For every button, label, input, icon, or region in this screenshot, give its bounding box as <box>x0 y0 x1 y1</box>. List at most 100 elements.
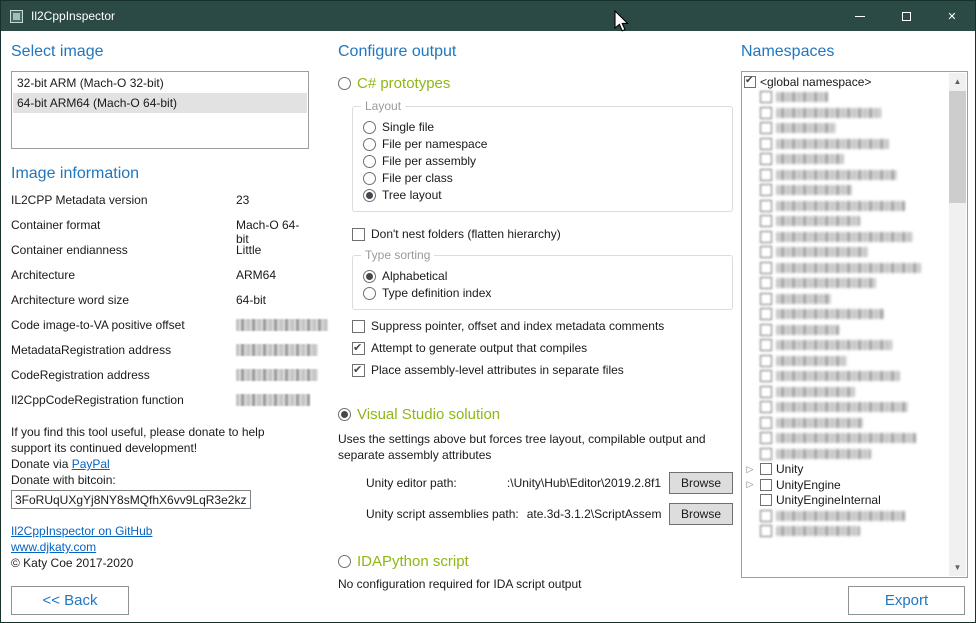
namespace-checkbox[interactable] <box>760 448 772 460</box>
namespace-item-redacted[interactable] <box>744 229 948 245</box>
script-assemblies-path-value[interactable]: ate.3d-3.1.2\ScriptAssemblies <box>527 507 661 521</box>
namespace-item-redacted[interactable] <box>744 198 948 214</box>
namespace-item-redacted[interactable] <box>744 276 948 292</box>
namespace-item-redacted[interactable] <box>744 400 948 416</box>
namespace-item-redacted[interactable] <box>744 431 948 447</box>
expander-icon[interactable]: ▷ <box>744 465 756 474</box>
scroll-down-icon[interactable] <box>949 559 966 576</box>
namespace-checkbox[interactable] <box>760 91 772 103</box>
image-list[interactable]: 32-bit ARM (Mach-O 32-bit)64-bit ARM64 (… <box>11 71 309 149</box>
namespace-checkbox[interactable] <box>760 122 772 134</box>
minimize-button[interactable] <box>837 1 883 31</box>
unity-editor-path-value[interactable]: :\Unity\Hub\Editor\2019.2.8f1 <box>465 476 661 490</box>
namespace-item-redacted[interactable] <box>744 121 948 137</box>
namespace-item-redacted[interactable] <box>744 524 948 540</box>
bitcoin-address-field[interactable] <box>11 490 251 509</box>
namespace-item-redacted[interactable] <box>744 508 948 524</box>
namespace-checkbox[interactable] <box>760 184 772 196</box>
layout-option[interactable]: File per namespace <box>363 136 722 152</box>
namespace-item-redacted[interactable] <box>744 338 948 354</box>
namespace-checkbox[interactable] <box>760 463 772 475</box>
namespace-checkbox[interactable] <box>760 138 772 150</box>
namespace-checkbox[interactable] <box>760 169 772 181</box>
csharp-checkbox-row[interactable]: Suppress pointer, offset and index metad… <box>352 318 733 334</box>
idapython-option[interactable]: IDAPython script <box>338 551 733 571</box>
layout-option[interactable]: Single file <box>363 119 722 135</box>
namespace-checkbox[interactable] <box>760 293 772 305</box>
maximize-button[interactable] <box>883 1 929 31</box>
scrollbar-thumb[interactable] <box>949 91 966 203</box>
back-button[interactable]: << Back <box>11 586 129 615</box>
namespace-checkbox[interactable] <box>760 153 772 165</box>
namespace-checkbox[interactable] <box>760 510 772 522</box>
namespace-item-redacted[interactable] <box>744 136 948 152</box>
namespace-checkbox[interactable] <box>760 355 772 367</box>
namespace-item-redacted[interactable] <box>744 415 948 431</box>
namespace-checkbox[interactable] <box>760 215 772 227</box>
namespace-checkbox[interactable] <box>760 324 772 336</box>
sorting-option[interactable]: Type definition index <box>363 285 722 301</box>
image-list-item[interactable]: 64-bit ARM64 (Mach-O 64-bit) <box>13 93 307 113</box>
donate-text: If you find this tool useful, please don… <box>11 424 299 456</box>
scroll-up-icon[interactable] <box>949 73 966 90</box>
namespace-item-redacted[interactable] <box>744 260 948 276</box>
namespace-item-redacted[interactable] <box>744 167 948 183</box>
namespace-item-redacted[interactable] <box>744 307 948 323</box>
namespace-checkbox[interactable] <box>760 200 772 212</box>
browse-assemblies-button[interactable]: Browse <box>669 503 733 525</box>
namespace-checkbox[interactable] <box>760 308 772 320</box>
namespace-item[interactable]: <global namespace> <box>744 74 948 90</box>
namespace-item-redacted[interactable] <box>744 105 948 121</box>
close-button[interactable] <box>929 1 975 31</box>
namespace-scrollbar[interactable] <box>949 73 966 576</box>
flatten-checkbox-row[interactable]: Don't nest folders (flatten hierarchy) <box>352 226 733 242</box>
github-link[interactable]: Il2CppInspector on GitHub <box>11 523 309 539</box>
namespace-list[interactable]: <global namespace> ▷Unity▷UnityEngineUnit… <box>741 71 968 578</box>
namespace-item[interactable]: ▷UnityEngine <box>744 477 948 493</box>
namespace-item[interactable]: UnityEngineInternal <box>744 493 948 509</box>
redacted-namespace-text <box>776 511 905 521</box>
csharp-checkbox-row[interactable]: Attempt to generate output that compiles <box>352 340 733 356</box>
sorting-option[interactable]: Alphabetical <box>363 268 722 284</box>
namespace-item-redacted[interactable] <box>744 446 948 462</box>
namespace-item-redacted[interactable] <box>744 152 948 168</box>
namespace-checkbox[interactable] <box>760 525 772 537</box>
namespace-item-redacted[interactable] <box>744 214 948 230</box>
namespace-item-redacted[interactable] <box>744 183 948 199</box>
namespace-item[interactable]: ▷Unity <box>744 462 948 478</box>
namespace-item-redacted[interactable] <box>744 291 948 307</box>
export-button[interactable]: Export <box>848 586 965 615</box>
layout-option[interactable]: Tree layout <box>363 187 722 203</box>
layout-option[interactable]: File per class <box>363 170 722 186</box>
browse-editor-button[interactable]: Browse <box>669 472 733 494</box>
namespace-checkbox[interactable] <box>760 107 772 119</box>
namespace-checkbox[interactable] <box>760 262 772 274</box>
namespace-checkbox[interactable] <box>760 417 772 429</box>
namespace-item-redacted[interactable] <box>744 369 948 385</box>
namespace-checkbox[interactable] <box>760 494 772 506</box>
namespace-checkbox[interactable] <box>760 277 772 289</box>
paypal-link[interactable]: PayPal <box>72 457 110 471</box>
namespace-checkbox[interactable] <box>760 339 772 351</box>
layout-option[interactable]: File per assembly <box>363 153 722 169</box>
csharp-prototypes-option[interactable]: C# prototypes <box>338 73 733 93</box>
namespace-item-redacted[interactable] <box>744 384 948 400</box>
namespace-item-redacted[interactable] <box>744 353 948 369</box>
info-label: CodeRegistration address <box>11 368 236 382</box>
namespace-checkbox[interactable] <box>760 432 772 444</box>
namespace-checkbox[interactable] <box>760 231 772 243</box>
namespace-checkbox[interactable] <box>760 479 772 491</box>
csharp-checkbox-row[interactable]: Place assembly-level attributes in separ… <box>352 362 733 378</box>
namespace-checkbox[interactable] <box>760 386 772 398</box>
expander-icon[interactable]: ▷ <box>744 480 756 489</box>
image-list-item[interactable]: 32-bit ARM (Mach-O 32-bit) <box>13 73 307 93</box>
namespace-item-redacted[interactable] <box>744 90 948 106</box>
namespace-checkbox[interactable] <box>760 246 772 258</box>
namespace-checkbox[interactable] <box>760 401 772 413</box>
namespace-checkbox[interactable] <box>744 76 756 88</box>
namespace-item-redacted[interactable] <box>744 245 948 261</box>
visual-studio-option[interactable]: Visual Studio solution <box>338 404 733 424</box>
namespace-checkbox[interactable] <box>760 370 772 382</box>
namespace-item-redacted[interactable] <box>744 322 948 338</box>
website-link[interactable]: www.djkaty.com <box>11 539 309 555</box>
